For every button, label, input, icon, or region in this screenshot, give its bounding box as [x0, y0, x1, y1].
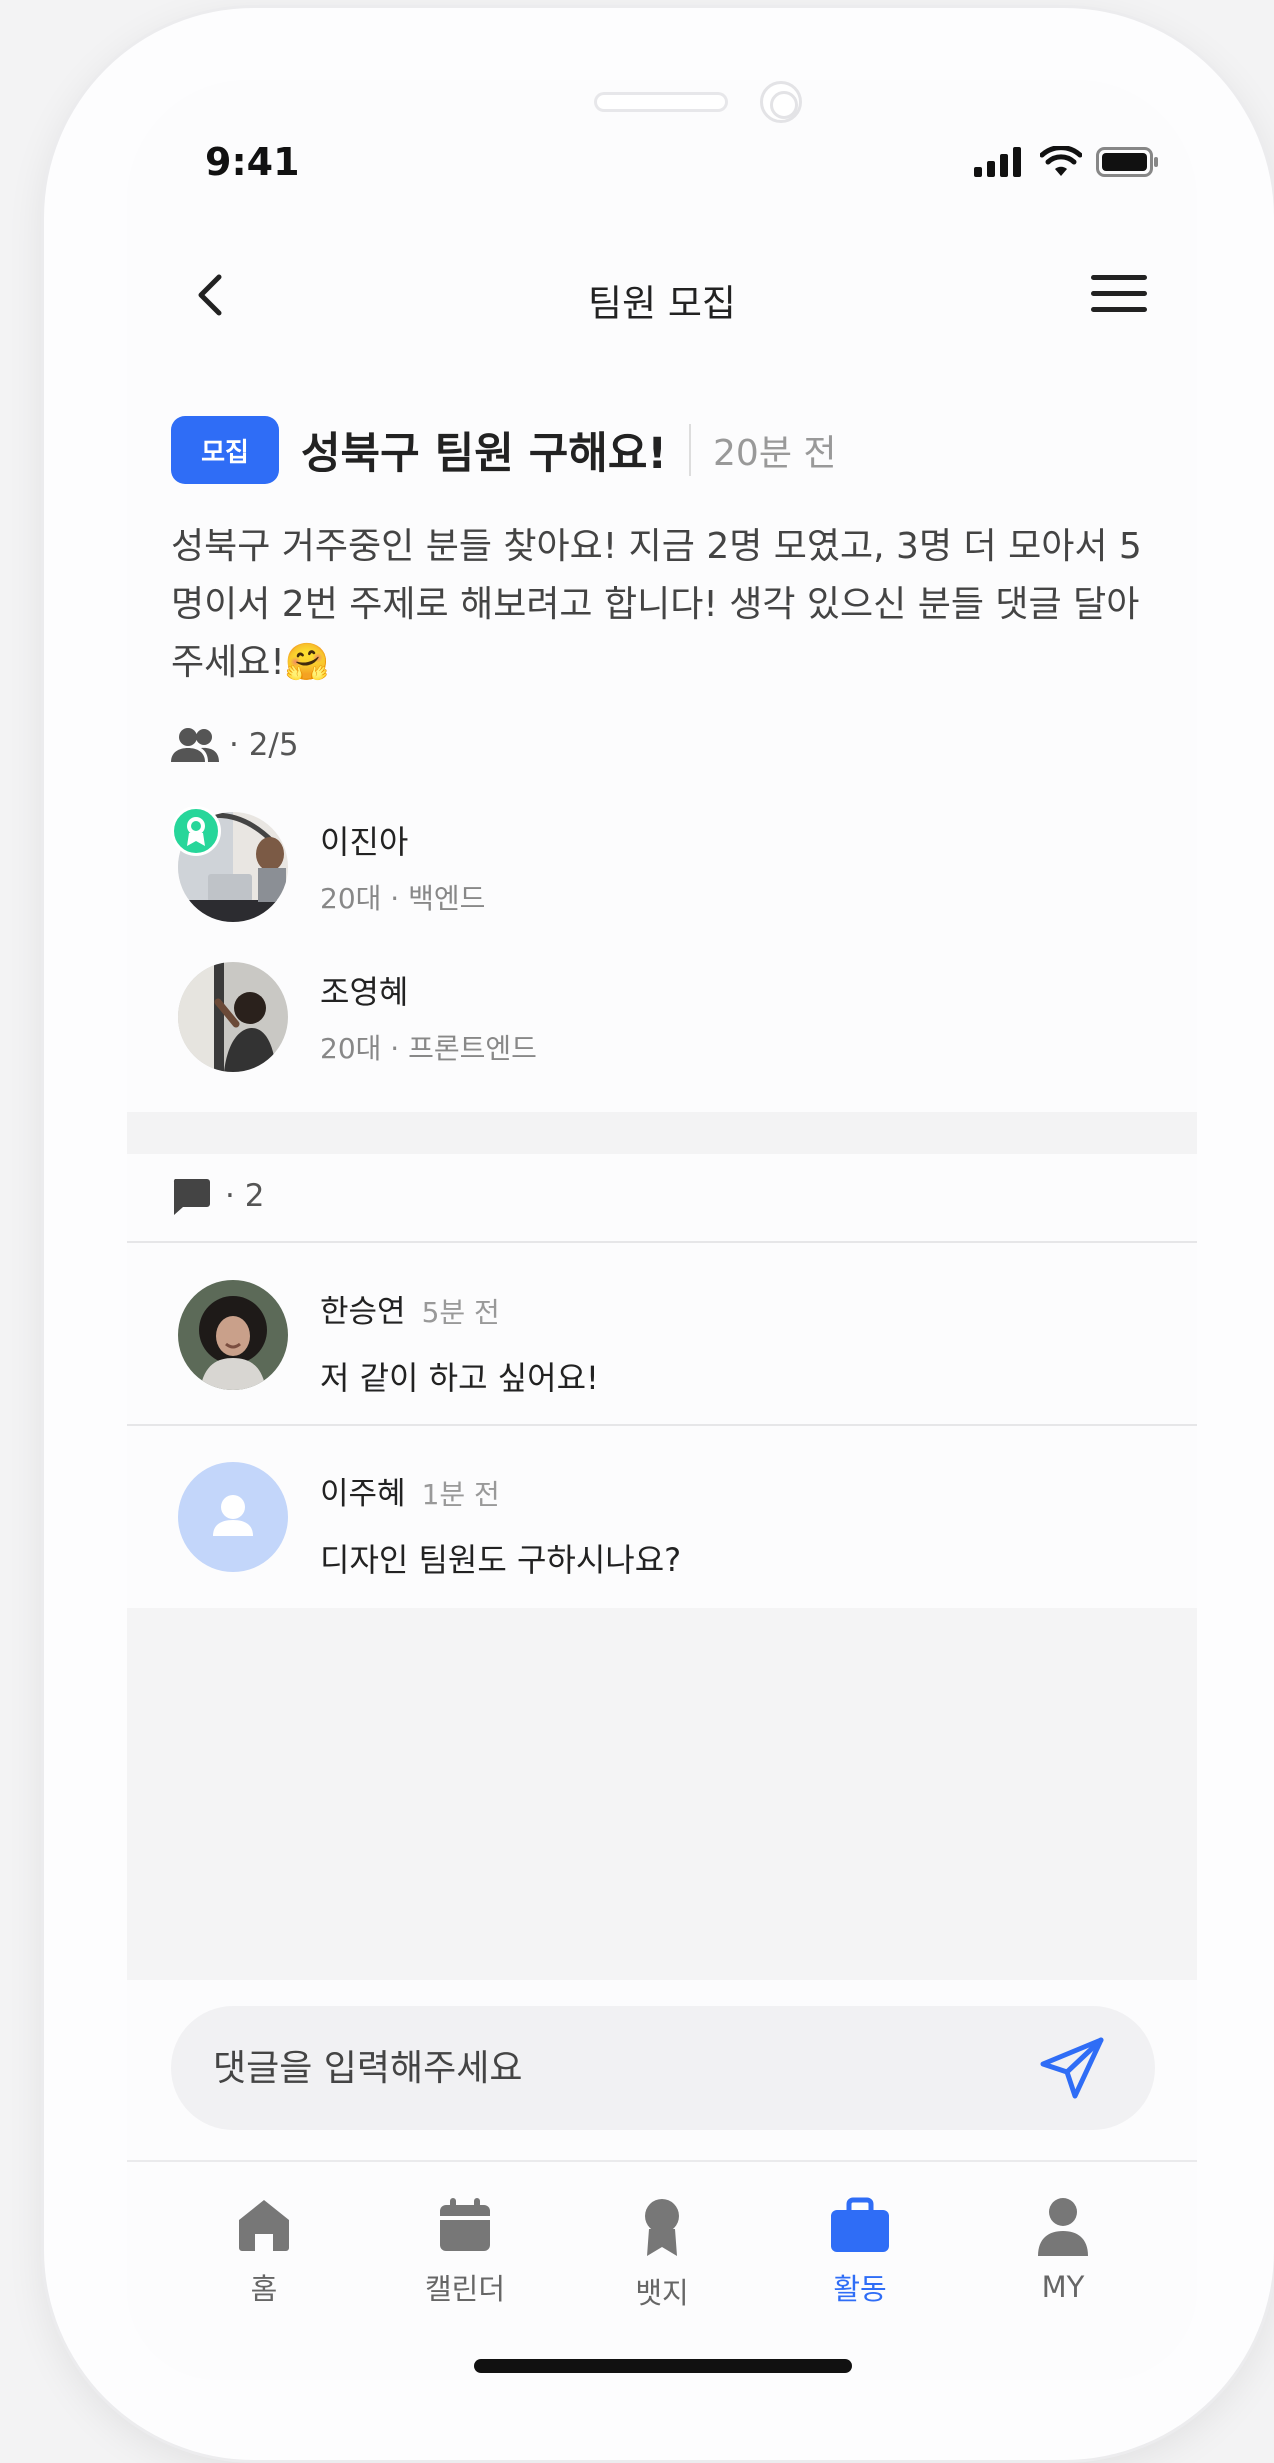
- comments-count: · 2: [171, 1176, 264, 1216]
- tab-activity[interactable]: 활동: [790, 2196, 930, 2308]
- members-count: · 2/5: [171, 726, 299, 764]
- leader-badge: [171, 806, 221, 856]
- comment-text: 저 같이 하고 싶어요!: [320, 1359, 599, 1397]
- avatar-placeholder: [178, 1462, 288, 1572]
- tab-label: 뱃지: [635, 2276, 689, 2310]
- comment-item[interactable]: 이주혜 1분 전 디자인 팀원도 구하시나요?: [178, 1462, 681, 1581]
- tab-label: 캘린더: [424, 2272, 506, 2306]
- title-divider: [689, 424, 692, 476]
- post-title: 성북구 팀원 구해요!: [301, 429, 668, 479]
- page-title: 팀원 모집: [588, 282, 736, 325]
- comment-info: 이주혜 1분 전 디자인 팀원도 구하시나요?: [320, 1468, 681, 1581]
- post-body: 성북구 거주중인 분들 찾아요! 지금 2명 모였고, 3명 더 모아서 5명이…: [171, 526, 1142, 683]
- calendar-icon: [440, 2198, 490, 2251]
- member-meta: 20대 · 백엔드: [320, 882, 486, 915]
- person-icon: [1038, 2198, 1088, 2256]
- phone-speaker: [594, 92, 728, 112]
- avatar: [178, 962, 288, 1072]
- signal-icon: [974, 147, 1021, 177]
- tab-calendar[interactable]: 캘린더: [395, 2196, 535, 2308]
- comment-input[interactable]: [213, 2047, 1013, 2089]
- comment-input-bar: [171, 2006, 1155, 2130]
- app-header: 팀원 모집: [127, 255, 1197, 335]
- home-indicator: [474, 2359, 852, 2373]
- tab-label: 활동: [833, 2272, 887, 2306]
- comment-icon: [173, 1179, 210, 1215]
- comment-info: 한승연 5분 전 저 같이 하고 싶어요!: [320, 1286, 599, 1399]
- comment-text: 디자인 팀원도 구하시나요?: [320, 1541, 682, 1579]
- tab-label: MY: [1041, 2270, 1085, 2304]
- briefcase-icon: [831, 2197, 889, 2252]
- member-name: 조영혜: [320, 973, 409, 1011]
- member-item[interactable]: 조영혜 20대 · 프론트엔드: [178, 962, 537, 1072]
- member-info: 이진아 20대 · 백엔드: [320, 817, 485, 917]
- post-header: 모집 성북구 팀원 구해요! 20분 전: [171, 415, 837, 485]
- menu-button[interactable]: [1089, 269, 1149, 319]
- comment-author: 이주혜: [320, 1476, 406, 1512]
- recruit-badge: 모집: [171, 416, 279, 484]
- hamburger-menu-icon: [1091, 275, 1147, 312]
- comments-count-label: · 2: [225, 1178, 265, 1214]
- member-name: 이진아: [320, 823, 409, 861]
- avatar: [178, 1280, 288, 1390]
- tabbar-divider: [127, 2160, 1197, 2162]
- empty-area: [127, 1608, 1197, 1980]
- comment-time: 5분 전: [421, 1296, 500, 1329]
- badge-icon: [645, 2199, 679, 2256]
- home-icon: [239, 2200, 289, 2251]
- tab-label: 홈: [250, 2272, 278, 2306]
- member-item[interactable]: 이진아 20대 · 백엔드: [178, 812, 485, 922]
- comment-author: 한승연: [320, 1294, 406, 1330]
- comment-item[interactable]: 한승연 5분 전 저 같이 하고 싶어요!: [178, 1280, 599, 1399]
- section-gap: [127, 1112, 1197, 1154]
- member-info: 조영혜 20대 · 프론트엔드: [320, 967, 537, 1067]
- divider: [127, 1241, 1197, 1243]
- status-time: 9:41: [205, 140, 300, 184]
- tab-home[interactable]: 홈: [194, 2196, 334, 2308]
- comment-time: 1분 전: [421, 1478, 500, 1511]
- phone-camera: [760, 81, 802, 123]
- send-icon: [1040, 2037, 1104, 2099]
- send-button[interactable]: [1037, 2034, 1107, 2102]
- battery-icon: [1096, 147, 1158, 177]
- tab-badge[interactable]: 뱃지: [592, 2196, 732, 2312]
- person-icon: [178, 1462, 288, 1572]
- medal-icon: [187, 817, 205, 846]
- wifi-icon: [1040, 146, 1082, 176]
- divider: [127, 1424, 1197, 1426]
- status-icons: [974, 146, 1160, 178]
- tab-my[interactable]: MY: [993, 2196, 1133, 2304]
- people-icon: [171, 728, 219, 762]
- member-meta: 20대 · 프론트엔드: [320, 1032, 537, 1065]
- post-time: 20분 전: [713, 433, 837, 474]
- members-count-label: · 2/5: [229, 727, 299, 763]
